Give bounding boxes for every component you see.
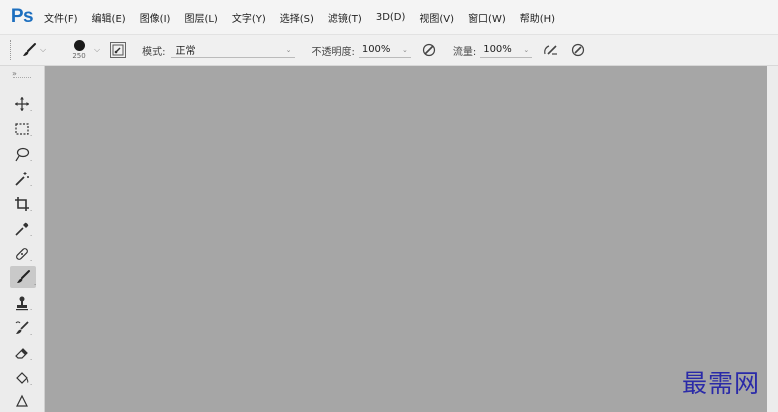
brush-size-picker[interactable]: 250 <box>67 40 91 60</box>
menu-help[interactable]: 帮助(H) <box>520 10 555 25</box>
pressure-size-icon <box>572 43 585 57</box>
menu-type[interactable]: 文字(Y) <box>232 10 266 25</box>
flow-field[interactable]: 100% ⌄ <box>480 42 533 58</box>
options-bar-grip[interactable] <box>10 40 13 60</box>
eraser-tool[interactable]: . <box>12 343 32 363</box>
move-tool[interactable]: . <box>12 94 32 114</box>
bucket-icon <box>16 372 29 384</box>
airbrush-button[interactable] <box>542 42 560 58</box>
sharpen-tool[interactable] <box>12 391 32 411</box>
brush-icon <box>21 42 37 58</box>
flow-value: 100% <box>483 44 512 55</box>
crop-icon <box>15 197 29 211</box>
eyedropper-icon <box>15 222 29 236</box>
mode-select[interactable]: 正常 ⌄ <box>171 42 296 58</box>
chevron-down-icon: ⌄ <box>401 45 408 54</box>
chevron-down-icon: ⌄ <box>523 45 530 54</box>
opacity-label: 不透明度: <box>311 46 355 58</box>
mode-value: 正常 <box>175 46 196 57</box>
move-icon <box>15 97 29 111</box>
lasso-icon <box>15 147 30 162</box>
watermark: 最需网 <box>681 369 760 398</box>
tool-preset-picker[interactable]: ⌵ <box>21 42 61 58</box>
opacity-pressure-button[interactable] <box>421 42 437 58</box>
lasso-tool[interactable]: . <box>12 144 32 164</box>
opacity-value: 100% <box>361 44 391 55</box>
options-bar: ⌵ 250 ⌵ 模式: 正常 ⌄ 不透明度: 100% ⌄ 流量: 100% ⌄ <box>0 35 778 66</box>
menu-file[interactable]: 文件(F) <box>44 10 78 25</box>
right-panel-edge <box>767 66 778 412</box>
menu-view[interactable]: 视图(V) <box>419 10 454 25</box>
opacity-field[interactable]: 100% ⌄ <box>358 42 411 58</box>
rectangle-marquee-icon <box>15 123 29 135</box>
airbrush-icon <box>544 45 558 55</box>
triangle-icon <box>16 394 28 407</box>
history-brush-tool[interactable]: . <box>12 318 32 338</box>
brush-tip-icon <box>73 40 85 51</box>
pressure-pen-icon <box>422 43 435 57</box>
menu-window[interactable]: 窗口(W) <box>468 10 506 25</box>
canvas-area[interactable] <box>45 66 767 412</box>
flow-label: 流量: <box>452 46 477 58</box>
magic-wand-tool[interactable]: . <box>12 169 32 189</box>
menu-3d[interactable]: 3D(D) <box>376 12 406 23</box>
brush-icon <box>17 270 30 283</box>
brush-size-value: 250 <box>72 52 86 60</box>
menu-layer[interactable]: 图层(L) <box>184 10 217 25</box>
clone-stamp-tool[interactable]: . <box>12 293 32 313</box>
menu-edit[interactable]: 编辑(E) <box>92 10 126 25</box>
menu-select[interactable]: 选择(S) <box>280 10 314 25</box>
eyedropper-tool[interactable]: . <box>12 219 32 239</box>
magic-wand-icon <box>15 172 29 186</box>
size-pressure-button[interactable] <box>570 42 586 58</box>
mode-label: 模式: <box>142 46 166 58</box>
chevron-down-icon: ⌵ <box>40 45 47 54</box>
stamp-icon <box>16 296 28 311</box>
toolbar-divider <box>13 77 31 78</box>
eraser-icon <box>15 348 28 359</box>
tools-panel: » . . . . . . . . . . . . <box>0 66 45 412</box>
history-brush-icon <box>15 321 29 334</box>
brush-panel-icon <box>112 44 124 56</box>
photoshop-logo: Ps <box>10 6 34 27</box>
paint-bucket-tool[interactable]: . <box>12 368 32 388</box>
menu-bar: Ps 文件(F) 编辑(E) 图像(I) 图层(L) 文字(Y) 选择(S) 滤… <box>0 0 778 35</box>
brush-settings-panel-toggle[interactable] <box>110 42 127 58</box>
crop-tool[interactable]: . <box>12 194 32 214</box>
bandage-icon <box>16 248 28 260</box>
chevron-down-icon: ⌄ <box>285 45 292 54</box>
menu-image[interactable]: 图像(I) <box>140 10 171 25</box>
brush-tool[interactable]: . <box>10 266 36 288</box>
menu-filter[interactable]: 滤镜(T) <box>328 10 362 25</box>
healing-brush-tool[interactable]: . <box>12 244 32 264</box>
marquee-tool[interactable]: . <box>12 119 32 139</box>
chevron-down-icon[interactable]: ⌵ <box>94 45 100 55</box>
